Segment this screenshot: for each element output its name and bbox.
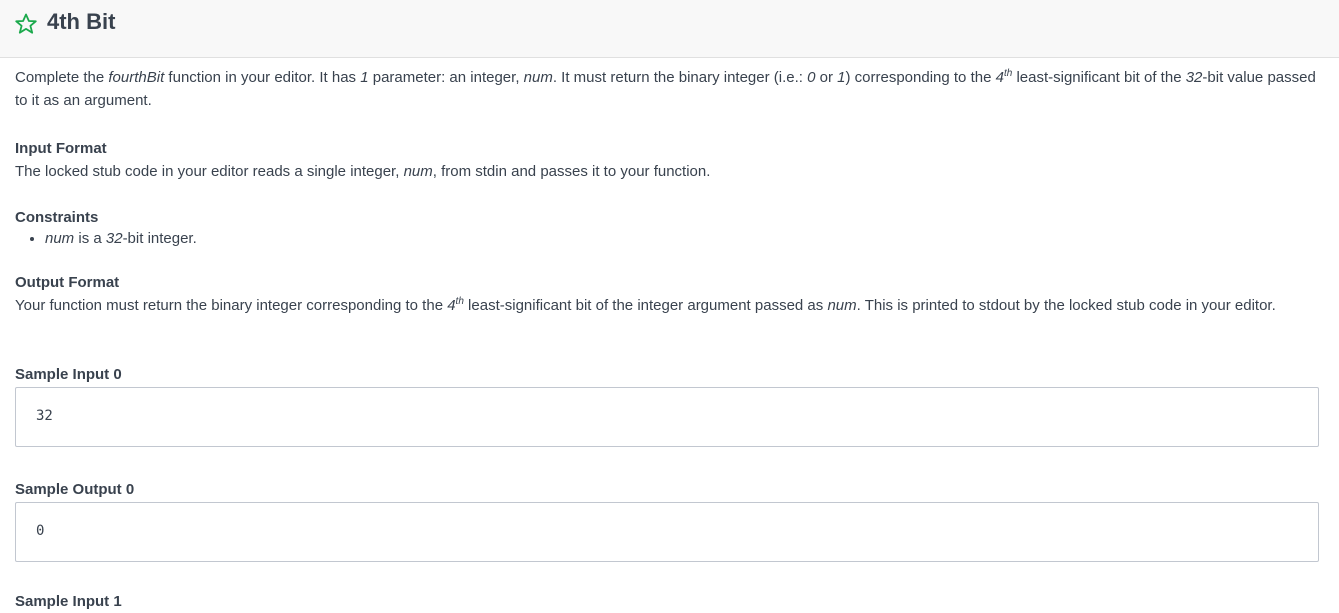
output-format-section: Output Format Your function must return … <box>15 271 1319 317</box>
bit-position: 4 <box>447 297 456 314</box>
description-text: Complete the <box>15 69 109 86</box>
description-text: or <box>815 69 838 86</box>
input-format-heading: Input Format <box>15 140 107 157</box>
sample-output-0-box[interactable]: 0 <box>15 502 1319 562</box>
description-paragraph: Complete the fourthBit function in your … <box>15 66 1319 112</box>
input-format-text: The locked stub code in your editor read… <box>15 160 1319 183</box>
sample-input-0-value: 32 <box>36 408 53 424</box>
challenge-header: 4th Bit <box>0 0 1339 58</box>
constraints-section: Constraints num is a 32-bit integer. <box>15 206 1319 249</box>
param-name: num <box>403 163 433 180</box>
bit-width: 32 <box>1185 69 1203 86</box>
constraint-text: is a <box>74 230 106 247</box>
input-format-part: , from stdin and passes it to your funct… <box>432 163 711 180</box>
output-format-part: Your function must return the binary int… <box>15 297 448 314</box>
output-format-part: least-significant bit of the integer arg… <box>463 297 828 314</box>
param-name: num <box>523 69 553 86</box>
param-name: num <box>45 230 75 247</box>
input-format-section: Input Format The locked stub code in you… <box>15 137 1319 183</box>
description-text: ) corresponding to the <box>845 69 996 86</box>
output-format-heading: Output Format <box>15 274 120 291</box>
output-format-part: . This is printed to stdout by the locke… <box>856 297 1276 314</box>
constraint-text: -bit integer. <box>122 230 197 247</box>
sample-output-0-value: 0 <box>36 523 45 539</box>
description-text: . It must return the binary integer (i.e… <box>552 69 808 86</box>
star-outline-icon[interactable] <box>14 12 38 36</box>
input-format-part: The locked stub code in your editor read… <box>15 163 404 180</box>
sample-output-0-heading: Sample Output 0 <box>15 481 135 498</box>
bit-width: 32 <box>105 230 123 247</box>
constraints-heading: Constraints <box>15 209 99 226</box>
ordinal-suffix: th <box>455 296 464 307</box>
function-name: fourthBit <box>108 69 165 86</box>
constraints-list: num is a 32-bit integer. <box>15 229 1319 249</box>
sample-input-0-box[interactable]: 32 <box>15 387 1319 447</box>
sample-input-1-heading: Sample Input 1 <box>15 593 122 610</box>
param-count: 1 <box>360 69 369 86</box>
output-format-text: Your function must return the binary int… <box>15 294 1319 317</box>
description-text: least-significant bit of the <box>1012 69 1186 86</box>
constraint-item: num is a 32-bit integer. <box>45 229 1319 249</box>
sample-output-0-section: Sample Output 0 <box>15 478 1319 501</box>
problem-description: Complete the fourthBit function in your … <box>15 66 1319 112</box>
page-title: 4th Bit <box>47 9 116 34</box>
bit-position: 4 <box>995 69 1004 86</box>
param-name: num <box>827 297 857 314</box>
binary-one: 1 <box>837 69 846 86</box>
sample-input-0-heading: Sample Input 0 <box>15 366 122 383</box>
sample-input-0-section: Sample Input 0 <box>15 363 1319 386</box>
description-text: function in your editor. It has <box>164 69 361 86</box>
sample-input-1-section: Sample Input 1 <box>15 590 1319 613</box>
description-text: parameter: an integer, <box>368 69 524 86</box>
